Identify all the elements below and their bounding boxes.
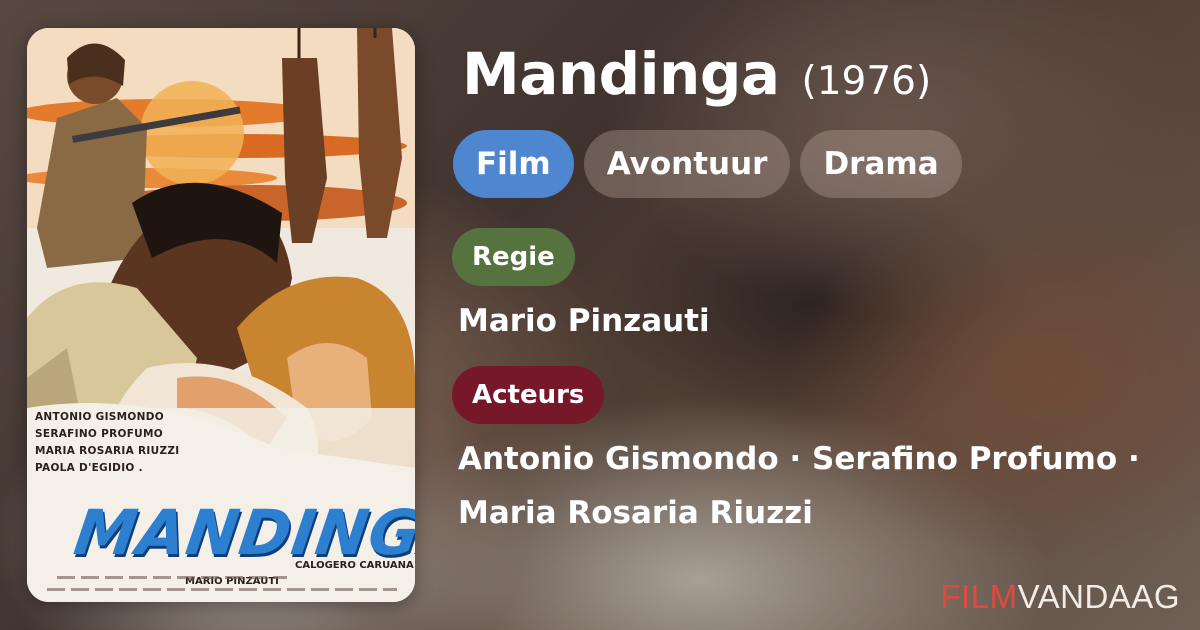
movie-poster[interactable]: ANTONIO GISMONDO SERAFINO PROFUMO MARIA … [27, 28, 415, 602]
logo-text-vandaag: VANDAAG [1017, 578, 1180, 615]
poster-cast-line: MARIA ROSARIA RIUZZI [35, 445, 180, 457]
cast-label: Acteurs [452, 366, 605, 424]
poster-fine-print [57, 576, 287, 579]
director-label: Regie [452, 228, 575, 286]
tag-drama[interactable]: Drama [800, 130, 962, 198]
movie-year: (1976) [801, 59, 932, 104]
genre-tags: Film Avontuur Drama [453, 130, 962, 198]
poster-fine-print [47, 588, 397, 591]
tag-film[interactable]: Film [453, 130, 574, 198]
movie-title: Mandinga [462, 40, 780, 108]
logo-text-film: FILM [940, 578, 1018, 615]
poster-cast-line: PAOLA D'EGIDIO . [35, 462, 143, 474]
poster-credit-producer: CALOGERO CARUANA [295, 560, 414, 571]
movie-heading: Mandinga (1976) [462, 40, 931, 112]
tag-avontuur[interactable]: Avontuur [583, 130, 791, 198]
director-name[interactable]: Mario Pinzauti [458, 294, 710, 348]
poster-cast-line: SERAFINO PROFUMO [35, 428, 163, 440]
poster-cast-line: ANTONIO GISMONDO [35, 411, 164, 423]
cast-names[interactable]: Antonio Gismondo · Serafino Profumo · Ma… [458, 432, 1188, 540]
filmvandaag-logo[interactable]: FILMVANDAAG [940, 578, 1180, 616]
